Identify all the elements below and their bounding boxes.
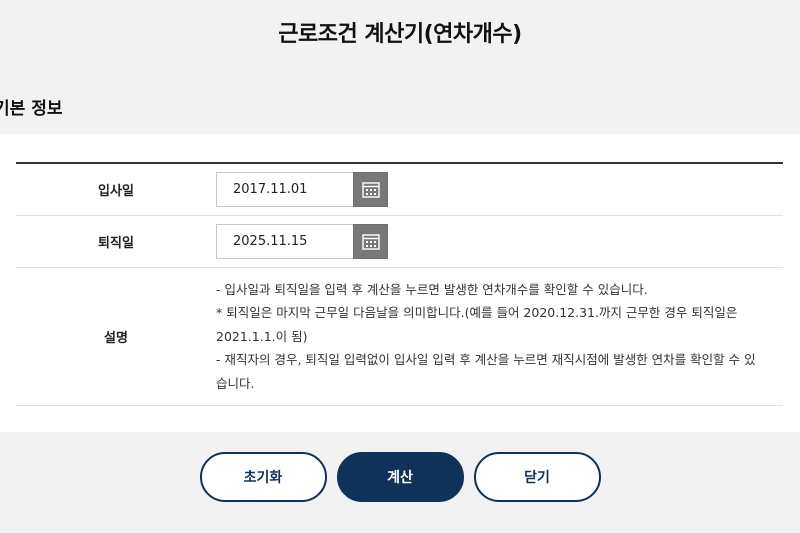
description-row: 설명 - 입사일과 퇴직일을 입력 후 계산을 누르면 발생한 연차개수를 확인… (16, 268, 783, 406)
join-date-input[interactable] (216, 172, 353, 207)
join-date-row: 입사일 (16, 164, 783, 216)
close-button[interactable]: 닫기 (473, 452, 601, 502)
description-label: 설명 (104, 331, 128, 346)
page-title: 근로조건 계산기(연차개수) (278, 22, 522, 47)
leave-date-calendar-button[interactable] (353, 224, 388, 259)
leave-date-field (216, 224, 783, 259)
action-buttons: 초기화 계산 닫기 (0, 452, 800, 502)
description-line: * 퇴직일은 마지막 근무일 다음날을 의미합니다.(예를 들어 2020.12… (216, 305, 738, 344)
form-panel: 입사일 2017.11.01 퇴직일 2025.11.15 설명 - 입사일과 … (0, 134, 800, 432)
leave-date-input[interactable] (216, 224, 353, 259)
join-date-label: 입사일 (98, 184, 134, 199)
join-date-calendar-button[interactable] (353, 172, 388, 207)
leave-date-label: 퇴직일 (98, 236, 134, 251)
description-text: - 입사일과 퇴직일을 입력 후 계산을 누르면 발생한 연차개수를 확인할 수… (216, 278, 776, 396)
join-date-field (216, 172, 783, 207)
form-table: 입사일 2017.11.01 퇴직일 2025.11.15 설명 - 입사일과 … (16, 162, 783, 406)
description-line: - 입사일과 퇴직일을 입력 후 계산을 누르면 발생한 연차개수를 확인할 수… (216, 281, 648, 297)
reset-button[interactable]: 초기화 (199, 452, 327, 502)
section-title: 기본 정보 (0, 99, 63, 119)
calculate-button[interactable]: 계산 (336, 452, 464, 502)
description-line: - 재직자의 경우, 퇴직일 입력없이 입사일 입력 후 계산을 누르면 재직시… (216, 352, 756, 391)
calendar-icon (361, 182, 380, 198)
calendar-icon (361, 234, 380, 250)
calculator-page: 근로조건 계산기(연차개수) 기본 정보 입사일 2017.11.01 퇴직일 … (0, 0, 800, 533)
leave-date-row: 퇴직일 (16, 216, 783, 268)
